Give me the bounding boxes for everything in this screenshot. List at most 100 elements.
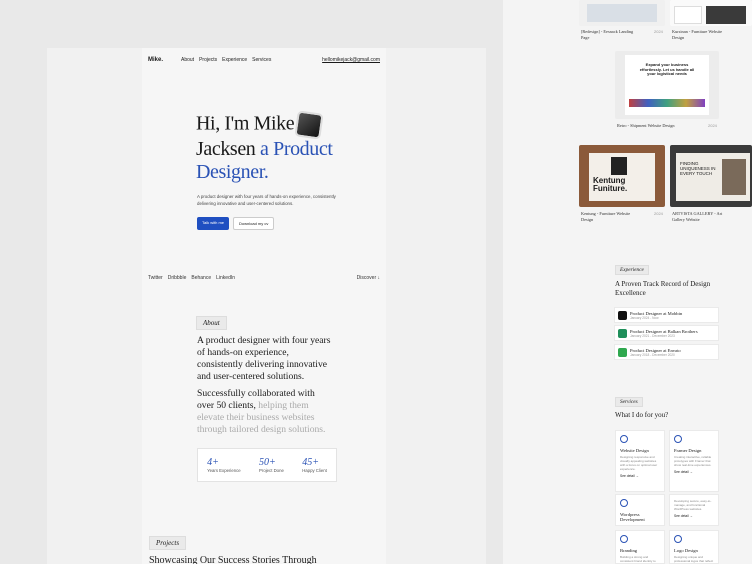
stats-card: 4+ Years Experience 50+ Project Done 45+… <box>197 448 337 482</box>
service-title: Logo Design <box>674 548 698 553</box>
hero-buttons: Talk with me Download my cv <box>197 217 275 230</box>
thumb-chair <box>611 157 627 175</box>
social-dribbble[interactable]: Dribbble <box>168 275 187 281</box>
service-card-branding[interactable]: Branding Building a strong and consisten… <box>615 530 665 564</box>
projects-heading: Showcasing Our Success Stories Through <box>149 555 317 564</box>
experience-text: Product Designer at Balkan Brothers Janu… <box>630 329 698 338</box>
experience-date: January 2021 - December 2023 <box>630 333 675 338</box>
project-caption[interactable]: Kursinan - Furniture Website Design <box>672 29 732 40</box>
projects-tag: Projects <box>149 536 187 550</box>
thumb-text: Expand your business effortlessly. Let u… <box>639 62 695 77</box>
experience-item[interactable]: Product Designer at Mobbin January 2024 … <box>614 307 719 323</box>
experience-title: A Proven Track Record of Design Excellen… <box>615 280 711 297</box>
about-text: A product designer with four years of ha… <box>197 335 331 382</box>
experience-item[interactable]: Product Designer at Balkan Brothers Janu… <box>614 325 719 341</box>
social-behance[interactable]: Behance <box>191 275 211 281</box>
stat-label: Happy Client <box>302 468 327 473</box>
project-thumb-kentung[interactable]: Kentung Funiture. <box>579 145 665 207</box>
project-thumb-artvista[interactable]: FINDING UNIQUENESS IN EVERY TOUCH <box>670 145 752 207</box>
email-link[interactable]: hellomikejack@gmail.com <box>322 57 380 63</box>
mobbin-logo-icon <box>618 310 627 320</box>
project-caption[interactable]: [Redesign] - Eesnack Landing Page <box>581 29 641 40</box>
envato-logo-icon <box>618 347 627 357</box>
experience-role: Product Designer at Mobbin <box>630 310 683 316</box>
balkan-logo-icon <box>618 328 627 338</box>
nav-link-projects[interactable]: Projects <box>199 57 217 63</box>
experience-item[interactable]: Product Designer at Envato January 2018 … <box>614 344 719 360</box>
service-card-wordpress[interactable]: Wordpress Development <box>615 494 665 526</box>
thumb-image <box>722 159 746 195</box>
experience-tag: Experience <box>615 265 649 275</box>
service-card-logo[interactable]: Logo Design Designing unique and profess… <box>669 530 719 564</box>
hero-line-1: Hi, I'm Mike <box>196 112 295 135</box>
service-desc: Developing secure, easy-to-manage, and f… <box>674 499 712 511</box>
project-year: 2024 <box>654 29 663 34</box>
service-title: Website Design <box>620 448 649 453</box>
branding-icon <box>620 535 628 543</box>
project-caption[interactable]: Retro - Shipment Website Design <box>617 123 677 129</box>
logo-design-icon <box>674 535 682 543</box>
nav-links: About Projects Experience Services <box>181 57 271 63</box>
thumb-image <box>706 6 746 24</box>
social-twitter[interactable]: Twitter <box>148 275 163 281</box>
project-caption[interactable]: Kentung - Furniture Website Design <box>581 211 637 222</box>
experience-date: January 2018 - December 2020 <box>630 352 675 357</box>
discover-link[interactable]: Discover ↓ <box>357 275 380 281</box>
globe-icon <box>620 435 628 443</box>
project-thumb-eesnack[interactable] <box>579 0 665 26</box>
see-detail-link[interactable]: See detail → <box>674 470 714 474</box>
stat-value: 50+ <box>259 457 276 468</box>
thumb-frame: Kentung Funiture. <box>589 153 655 201</box>
experience-date: January 2024 - Now <box>630 315 659 320</box>
nav-link-experience[interactable]: Experience <box>222 57 247 63</box>
service-desc: Designing responsive and visually appeal… <box>620 455 658 471</box>
about-tag: About <box>196 316 227 330</box>
stat-label: Years Experience <box>207 468 241 473</box>
nav-link-services[interactable]: Services <box>252 57 271 63</box>
service-card-wordpress-detail[interactable]: Developing secure, easy-to-manage, and f… <box>669 494 719 526</box>
top-nav: Mike. About Projects Experience Services… <box>148 55 380 65</box>
download-cv-button[interactable]: Download my cv <box>233 217 275 230</box>
hero-intro: A product designer with four years of ha… <box>197 194 336 206</box>
stat-projects: 50+ Project Done <box>259 457 284 473</box>
experience-text: Product Designer at Mobbin January 2024 … <box>630 311 682 320</box>
services-title: What I do for you? <box>615 411 669 419</box>
experience-text: Product Designer at Envato January 2018 … <box>630 348 681 357</box>
framer-icon <box>674 435 682 443</box>
service-card-framer[interactable]: Framer Design Creating interactive, reli… <box>669 430 719 492</box>
thumb-image <box>587 4 657 22</box>
project-year: 2024 <box>654 211 663 216</box>
wordpress-icon <box>620 499 628 507</box>
service-card-website[interactable]: Website Design Designing responsive and … <box>615 430 665 492</box>
stat-value: 4+ <box>207 457 219 468</box>
stat-years: 4+ Years Experience <box>207 457 241 473</box>
experience-role: Product Designer at Envato <box>630 347 681 353</box>
portfolio-page: Mike. About Projects Experience Services… <box>142 48 386 564</box>
project-thumb-kursinan[interactable] <box>670 0 752 26</box>
stat-label: Project Done <box>259 468 284 473</box>
service-title: Wordpress Development <box>620 512 645 522</box>
project-thumb-retro[interactable]: Expand your business effortlessly. Let u… <box>615 51 719 119</box>
thumb-frame: Expand your business effortlessly. Let u… <box>625 55 709 115</box>
see-detail-link[interactable]: See detail → <box>674 514 714 518</box>
thumb-frame: FINDING UNIQUENESS IN EVERY TOUCH <box>676 153 750 201</box>
talk-button[interactable]: Talk with me <box>197 217 230 230</box>
experience-role: Product Designer at Balkan Brothers <box>630 328 698 334</box>
project-year: 2024 <box>708 123 717 128</box>
project-caption[interactable]: ARTVISTA GALLERY - Art Gallery Website <box>672 211 732 222</box>
logo[interactable]: Mike. <box>148 57 163 63</box>
social-linkedin[interactable]: LinkedIn <box>216 275 235 281</box>
service-desc: Building a strong and consistent brand i… <box>620 555 656 564</box>
hero-line-3: Designer. <box>196 161 269 183</box>
service-desc: Designing unique and professional logos … <box>674 555 714 564</box>
see-detail-link[interactable]: See detail → <box>620 474 660 478</box>
about-text-2: Successfully collaborated with over 50 c… <box>197 388 331 436</box>
hero-heading: Hi, I'm Mike Jacksen a Product Designer. <box>196 110 356 184</box>
hero-line-2b: a Product <box>260 138 333 160</box>
thumb-strip <box>629 99 705 107</box>
thumb-text: Kentung Funiture. <box>593 176 628 193</box>
service-title: Framer Design <box>674 448 702 453</box>
hero-line-2a: Jacksen <box>196 138 256 160</box>
nav-link-about[interactable]: About <box>181 57 194 63</box>
avatar <box>294 110 324 140</box>
